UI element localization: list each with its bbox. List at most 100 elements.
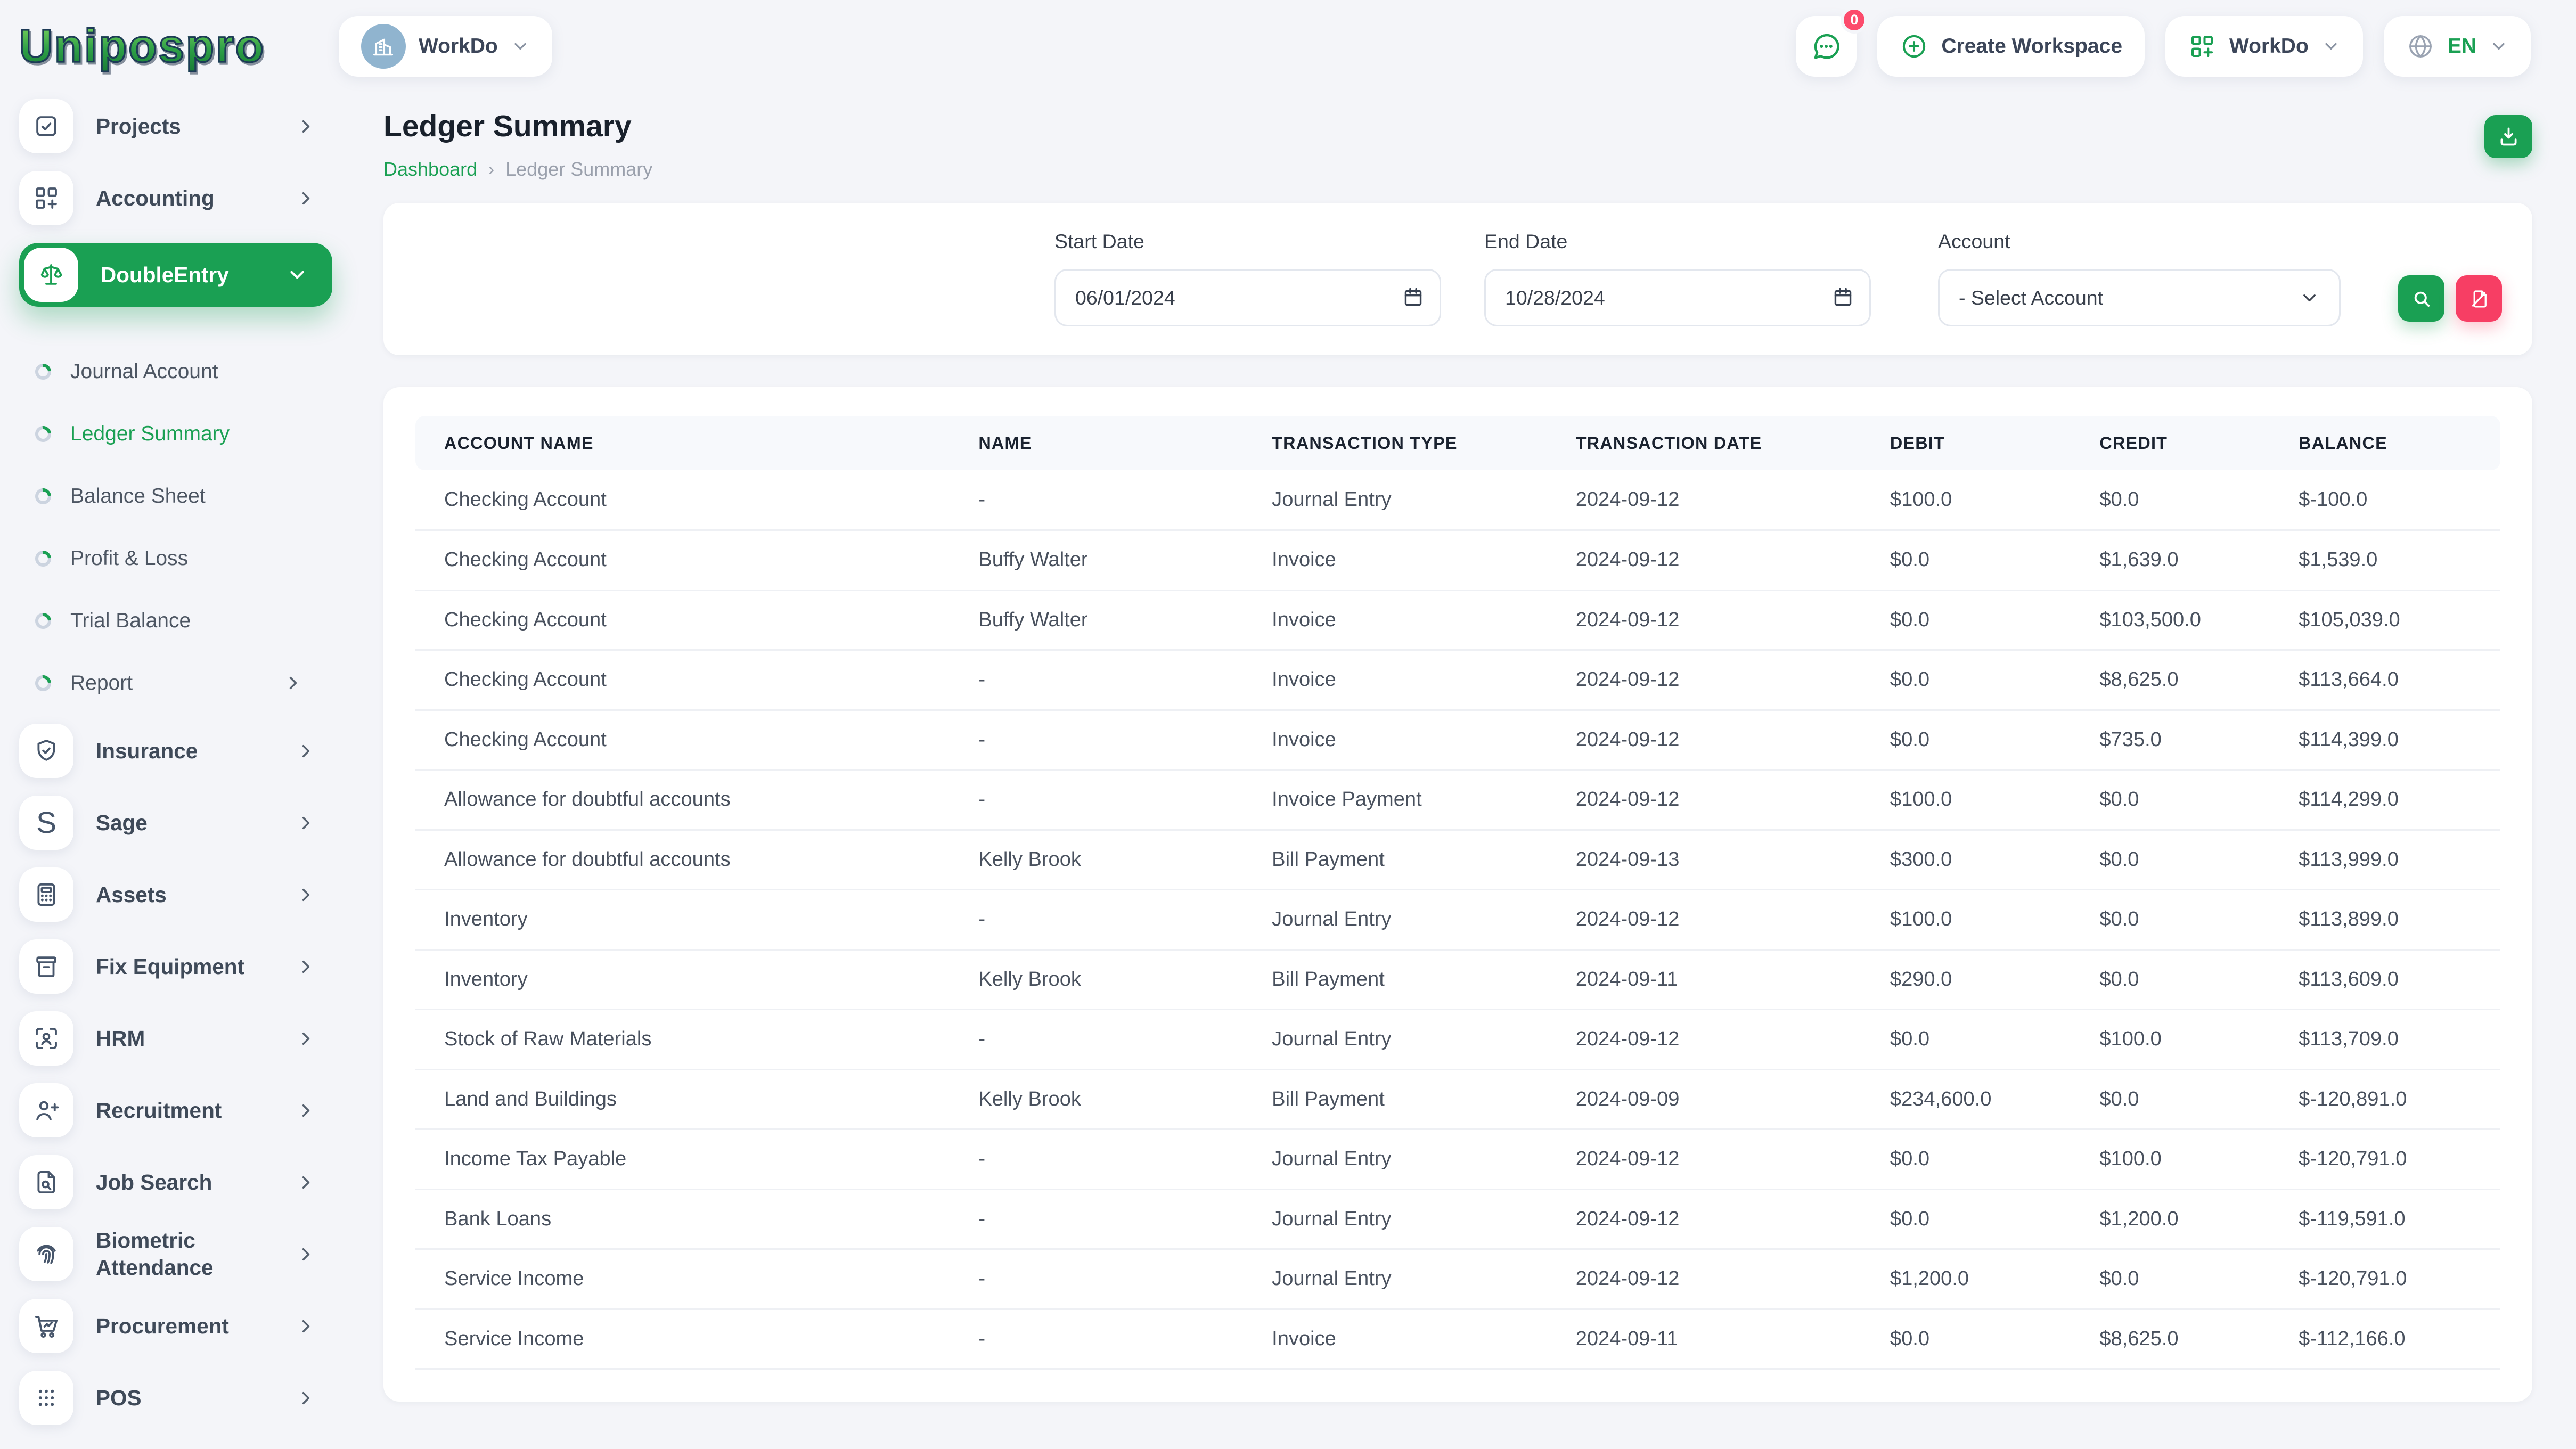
sidebar-subitem-ledger-summary[interactable]: Ledger Summary: [35, 403, 355, 465]
download-button[interactable]: [2484, 115, 2532, 158]
bullet-ring-icon: [35, 551, 51, 567]
cell-balance: $-119,591.0: [2270, 1189, 2500, 1249]
sidebar-item-doubleentry[interactable]: DoubleEntry: [19, 243, 332, 307]
sidebar-subitem-balance-sheet[interactable]: Balance Sheet: [35, 465, 355, 527]
cell-account: Income Tax Payable: [415, 1129, 950, 1190]
account-select-value: - Select Account: [1959, 286, 2299, 309]
sidebar-subitem-label: Ledger Summary: [70, 422, 355, 446]
chevron-right-icon: [296, 1316, 316, 1337]
account-select[interactable]: - Select Account: [1938, 269, 2341, 326]
checkbox-icon: [19, 99, 73, 153]
bullet-ring-icon: [35, 675, 51, 691]
col-name: Name: [950, 416, 1243, 470]
cell-name: -: [950, 1189, 1243, 1249]
apply-filter-button[interactable]: [2398, 275, 2444, 322]
chevron-right-icon: [296, 885, 316, 905]
cell-balance: $113,609.0: [2270, 949, 2500, 1010]
sidebar-item-label: Sage: [96, 809, 296, 837]
cell-balance: $-112,166.0: [2270, 1309, 2500, 1369]
sidebar-subitem-profit-loss[interactable]: Profit & Loss: [35, 527, 355, 590]
chevron-right-icon: [296, 1244, 316, 1265]
table-row: Bank Loans-Journal Entry2024-09-12$0.0$1…: [415, 1189, 2500, 1249]
cell-account: Checking Account: [415, 710, 950, 770]
grid-dots-icon: [19, 1371, 73, 1425]
fingerprint-icon: [19, 1227, 73, 1281]
ledger-table-card: Account Name Name Transaction Type Trans…: [383, 387, 2532, 1402]
calendar-icon[interactable]: [1831, 285, 1855, 309]
bullet-ring-icon: [35, 426, 51, 442]
chevron-right-icon: [296, 1388, 316, 1409]
globe-icon: [2406, 32, 2435, 61]
cell-type: Journal Entry: [1243, 1010, 1547, 1070]
sidebar-item-hrm[interactable]: HRM: [19, 1011, 355, 1066]
cell-credit: $0.0: [2071, 890, 2270, 950]
cell-account: Stock of Raw Materials: [415, 1010, 950, 1070]
cell-type: Bill Payment: [1243, 1069, 1547, 1129]
chevron-right-icon: [296, 956, 316, 977]
sidebar-item-label: Fix Equipment: [96, 953, 296, 980]
calendar-icon[interactable]: [1401, 285, 1425, 309]
table-row: Service Income-Invoice2024-09-11$0.0$8,6…: [415, 1309, 2500, 1369]
col-credit: Credit: [2071, 416, 2270, 470]
table-row: Allowance for doubtful accountsKelly Bro…: [415, 830, 2500, 890]
messages-badge: 0: [1841, 6, 1868, 34]
filter-panel: Start Date End Date: [383, 203, 2532, 355]
workspace-menu-label: WorkDo: [2229, 35, 2309, 58]
cell-date: 2024-09-11: [1547, 1309, 1861, 1369]
cell-debit: $100.0: [1861, 470, 2071, 530]
sidebar-item-biometric-attendance[interactable]: Biometric Attendance: [19, 1227, 355, 1281]
cell-type: Invoice: [1243, 590, 1547, 650]
reset-filter-button[interactable]: [2456, 275, 2502, 322]
cell-type: Journal Entry: [1243, 890, 1547, 950]
sidebar-item-assets[interactable]: Assets: [19, 867, 355, 922]
sidebar-item-label: Accounting: [96, 185, 296, 212]
messages-button[interactable]: 0: [1796, 16, 1857, 77]
sidebar-item-accounting[interactable]: Accounting: [19, 171, 355, 225]
sidebar-item-procurement[interactable]: Procurement: [19, 1299, 355, 1353]
workspace-selector[interactable]: WorkDo: [339, 16, 552, 77]
cell-date: 2024-09-09: [1547, 1069, 1861, 1129]
cell-debit: $0.0: [1861, 530, 2071, 591]
sidebar-item-label: Job Search: [96, 1169, 296, 1196]
sidebar-subitem-journal-account[interactable]: Journal Account: [35, 340, 355, 403]
table-row: Income Tax Payable-Journal Entry2024-09-…: [415, 1129, 2500, 1190]
sidebar-item-pos[interactable]: POS: [19, 1371, 355, 1425]
sidebar-subitem-label: Report: [70, 672, 283, 695]
cell-debit: $0.0: [1861, 1309, 2071, 1369]
grid-plus-icon: [19, 171, 73, 225]
chevron-right-icon: [296, 1100, 316, 1121]
workspace-menu-button[interactable]: WorkDo: [2165, 16, 2363, 77]
cell-name: -: [950, 1309, 1243, 1369]
cell-type: Invoice: [1243, 1309, 1547, 1369]
sidebar-item-insurance[interactable]: Insurance: [19, 724, 355, 778]
cell-date: 2024-09-11: [1547, 949, 1861, 1010]
chevron-down-icon: [2299, 288, 2320, 308]
sidebar-subitem-label: Balance Sheet: [70, 485, 355, 508]
end-date-input[interactable]: [1484, 269, 1871, 326]
language-selector[interactable]: EN: [2384, 16, 2531, 77]
cell-account: Checking Account: [415, 470, 950, 530]
sidebar-item-job-search[interactable]: Job Search: [19, 1155, 355, 1209]
user-plus-icon: [19, 1083, 73, 1137]
sidebar-item-label: DoubleEntry: [101, 261, 286, 289]
sidebar-item-recruitment[interactable]: Recruitment: [19, 1083, 355, 1137]
sidebar-item-projects[interactable]: Projects: [19, 99, 355, 153]
cell-credit: $103,500.0: [2071, 590, 2270, 650]
cell-name: -: [950, 1010, 1243, 1070]
sidebar-subitem-report[interactable]: Report: [35, 652, 355, 714]
cell-account: Inventory: [415, 890, 950, 950]
cell-date: 2024-09-12: [1547, 710, 1861, 770]
cell-name: Buffy Walter: [950, 530, 1243, 591]
breadcrumb-dashboard-link[interactable]: Dashboard: [383, 158, 477, 181]
cell-credit: $0.0: [2071, 830, 2270, 890]
bullet-ring-icon: [35, 613, 51, 629]
create-workspace-button[interactable]: Create Workspace: [1877, 16, 2145, 77]
start-date-input[interactable]: [1054, 269, 1441, 326]
cell-balance: $114,299.0: [2270, 770, 2500, 830]
sidebar-item-fix-equipment[interactable]: Fix Equipment: [19, 939, 355, 994]
cell-debit: $100.0: [1861, 890, 2071, 950]
table-row: Inventory-Journal Entry2024-09-12$100.0$…: [415, 890, 2500, 950]
sidebar-subitem-trial-balance[interactable]: Trial Balance: [35, 590, 355, 652]
sidebar-item-sage[interactable]: SSage: [19, 796, 355, 850]
shield-icon: [19, 724, 73, 778]
